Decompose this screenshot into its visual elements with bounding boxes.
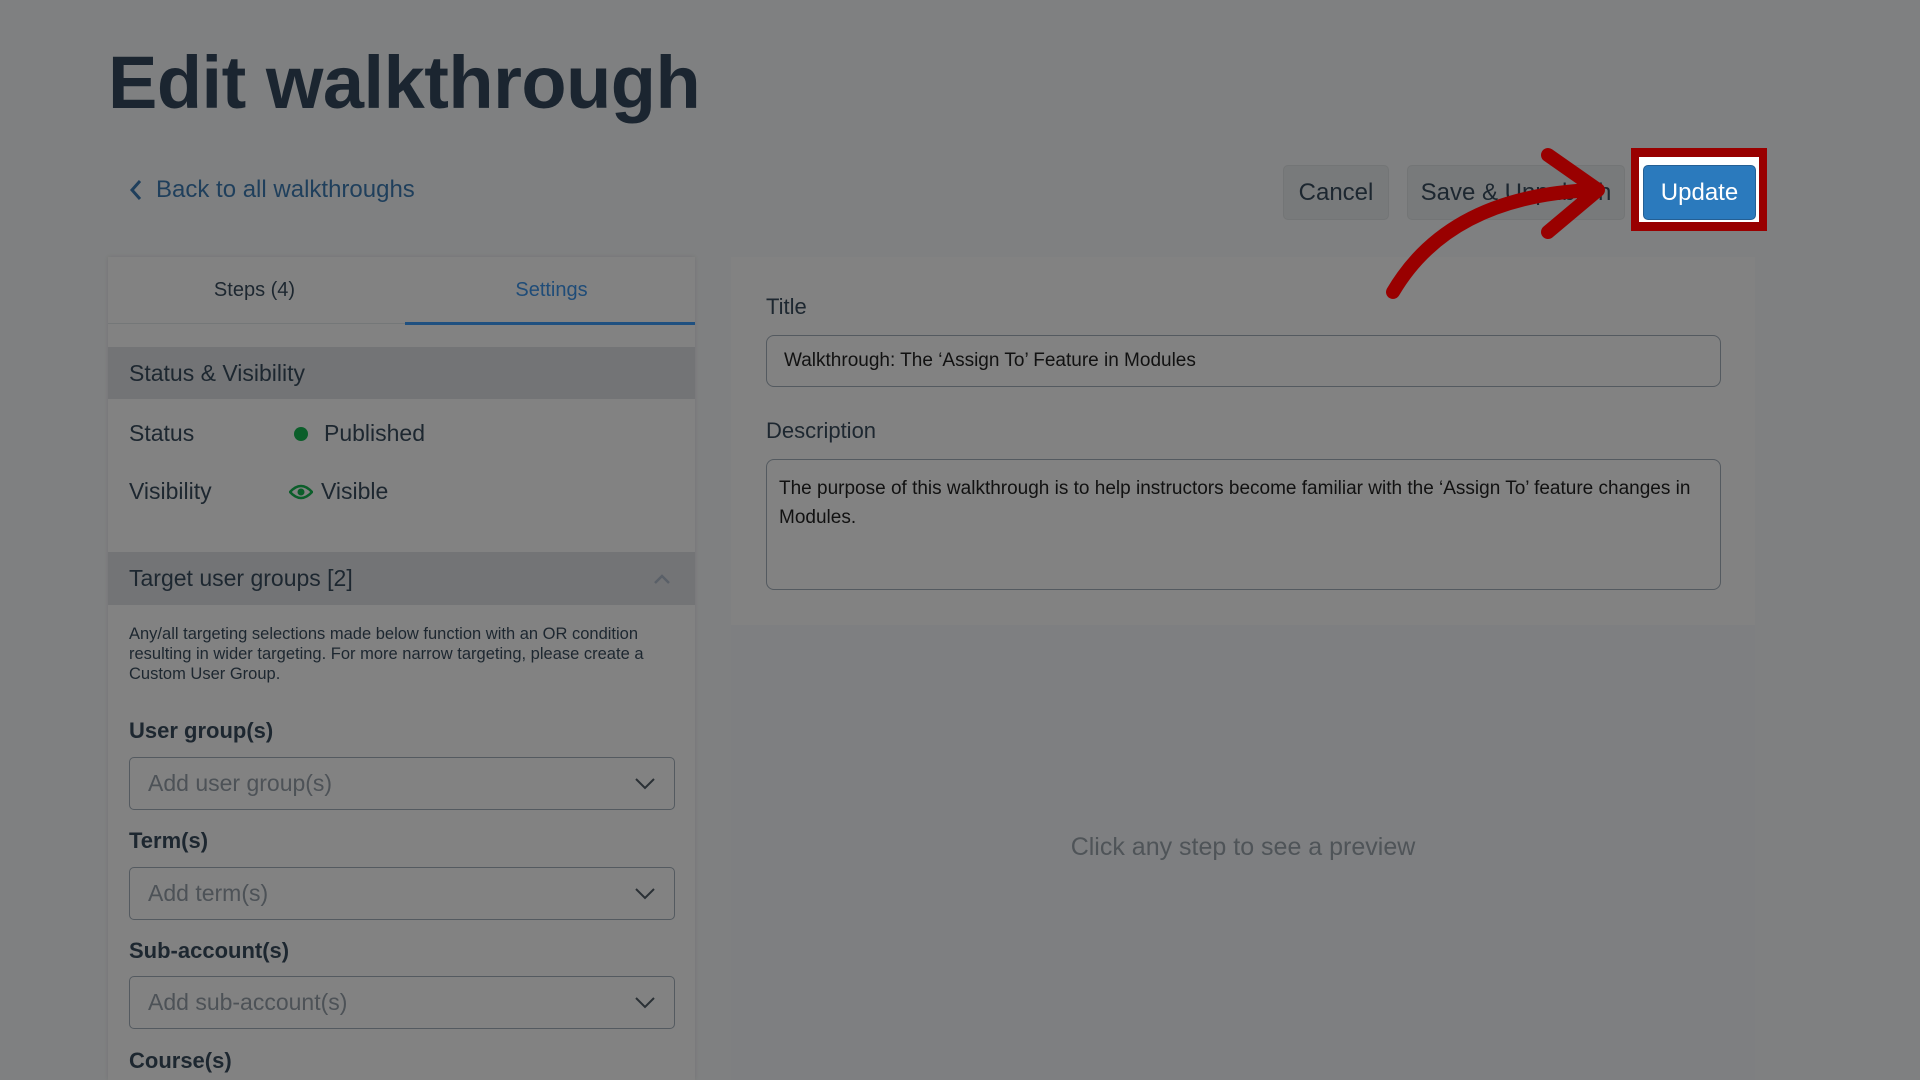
tab-steps[interactable]: Steps (4)	[108, 257, 401, 324]
details-card: Title Walkthrough: The ‘Assign To’ Featu…	[731, 257, 1755, 625]
user-groups-label: User group(s)	[129, 718, 274, 743]
target-user-groups-title: Target user groups [2]	[129, 565, 353, 591]
chevron-up-icon[interactable]	[653, 573, 671, 585]
sub-accounts-label: Sub-account(s)	[129, 938, 290, 963]
description-textarea[interactable]: The purpose of this walkthrough is to he…	[766, 459, 1721, 590]
status-visibility-header: Status & Visibility	[108, 347, 695, 399]
tab-settings[interactable]: Settings	[405, 257, 698, 324]
terms-placeholder: Add term(s)	[148, 880, 269, 906]
cancel-button[interactable]: Cancel	[1283, 165, 1389, 220]
chevron-down-icon	[635, 996, 655, 1008]
sub-accounts-select[interactable]: Add sub-account(s)	[129, 976, 675, 1029]
eye-icon	[289, 484, 313, 499]
visibility-row: Visibility Visible	[129, 478, 388, 505]
status-value: Published	[324, 420, 426, 446]
status-row: Status Published	[129, 420, 425, 447]
sub-accounts-placeholder: Add sub-account(s)	[148, 989, 348, 1015]
page-title: Edit walkthrough	[108, 41, 701, 124]
active-tab-indicator	[405, 322, 695, 325]
visibility-value: Visible	[321, 478, 389, 504]
chevron-left-icon	[129, 180, 142, 200]
details-panel: Title Walkthrough: The ‘Assign To’ Featu…	[731, 257, 1755, 1080]
title-input[interactable]: Walkthrough: The ‘Assign To’ Feature in …	[766, 335, 1721, 387]
chevron-down-icon	[635, 777, 655, 789]
courses-label: Course(s)	[129, 1048, 232, 1073]
back-link[interactable]: Back to all walkthroughs	[128, 176, 415, 204]
description-label: Description	[766, 418, 877, 443]
preview-empty-text: Click any step to see a preview	[1070, 833, 1416, 861]
chevron-down-icon	[635, 887, 655, 899]
title-label: Title	[766, 294, 807, 319]
visibility-label: Visibility	[129, 478, 212, 504]
target-user-groups-header[interactable]: Target user groups [2]	[108, 552, 695, 605]
save-unpublish-button[interactable]: Save & Unpublish	[1407, 165, 1625, 220]
tab-divider	[108, 323, 405, 324]
dot-icon	[294, 426, 308, 441]
terms-label: Term(s)	[129, 828, 209, 853]
user-groups-select[interactable]: Add user group(s)	[129, 757, 675, 810]
status-label: Status	[129, 420, 195, 446]
terms-select[interactable]: Add term(s)	[129, 867, 675, 920]
settings-panel: Steps (4) Settings Status & Visibility S…	[108, 257, 695, 1080]
targeting-note: Any/all targeting selections made below …	[129, 625, 644, 683]
back-link-label: Back to all walkthroughs	[156, 176, 415, 203]
update-button[interactable]: Update	[1643, 165, 1756, 220]
user-groups-placeholder: Add user group(s)	[148, 770, 333, 796]
